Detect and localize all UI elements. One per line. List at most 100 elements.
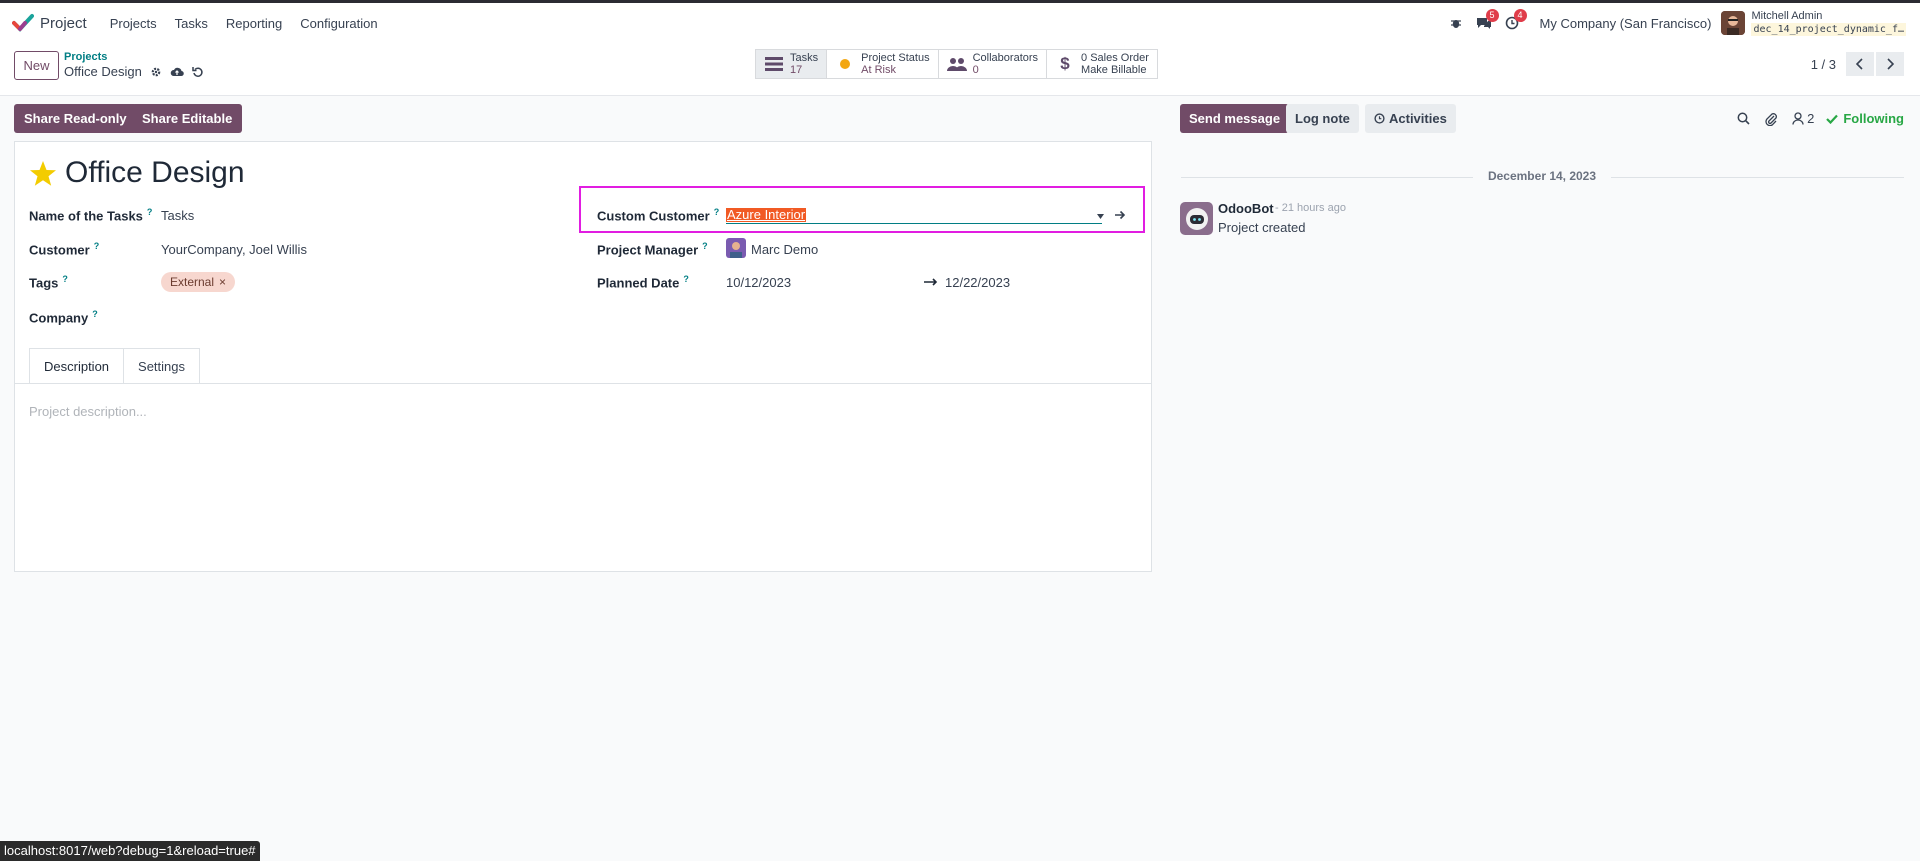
customer-label: Customer? <box>29 241 100 258</box>
user-menu[interactable]: Mitchell Admin dec_14_project_dynamic_f… <box>1751 10 1906 36</box>
check-icon <box>1826 114 1839 124</box>
project-logo-icon <box>12 14 34 32</box>
project-status-value: At Risk <box>861 64 896 76</box>
tag-remove-icon[interactable]: × <box>219 275 226 289</box>
date-separator: December 14, 2023 <box>1181 168 1904 186</box>
chatter-topbar-right: 2 Following <box>1723 104 1904 133</box>
send-message-button[interactable]: Send message <box>1180 104 1290 133</box>
notebook-tabs: Description Settings <box>29 348 201 384</box>
description-editor[interactable]: Project description... <box>29 404 147 419</box>
following-label: Following <box>1843 111 1904 126</box>
log-note-button[interactable]: Log note <box>1286 104 1359 133</box>
tasks-label: Tasks <box>790 52 819 64</box>
systray: 5 4 My Company (San Francisco) Mitchell … <box>1442 3 1920 43</box>
tag-label: External <box>170 275 215 289</box>
app-name: Project <box>40 14 87 32</box>
internal-link-arrow-icon[interactable] <box>1114 210 1126 220</box>
planned-date-label: Planned Date? <box>597 274 689 291</box>
company-label: Company? <box>29 309 98 326</box>
date-separator-text: December 14, 2023 <box>1487 169 1597 183</box>
breadcrumb-current: Office Design <box>64 64 142 79</box>
messages-icon[interactable]: 5 <box>1470 3 1499 43</box>
project-manager-field[interactable]: Marc Demo <box>751 242 818 257</box>
pager-previous-icon[interactable] <box>1846 52 1874 76</box>
help-icon: ? <box>146 207 153 217</box>
message-author[interactable]: OdooBot <box>1218 201 1274 216</box>
odoobot-avatar[interactable] <box>1180 202 1213 235</box>
following-button[interactable]: Following <box>1826 111 1904 126</box>
activities-label: Activities <box>1389 111 1447 126</box>
planned-date-end[interactable]: 12/22/2023 <box>945 275 1010 290</box>
user-name: Mitchell Admin <box>1751 10 1823 22</box>
discard-undo-icon[interactable] <box>192 66 204 78</box>
menu-item-reporting[interactable]: Reporting <box>217 16 291 31</box>
menu-item-projects[interactable]: Projects <box>101 16 166 31</box>
menu-item-configuration[interactable]: Configuration <box>291 16 386 31</box>
pager-next-icon[interactable] <box>1876 52 1904 76</box>
share-editable-button[interactable]: Share Editable <box>132 104 243 133</box>
help-icon: ? <box>92 309 98 319</box>
planned-date-start[interactable]: 10/12/2023 <box>726 275 791 290</box>
form-sheet: Office Design Name of the Tasks? Tasks C… <box>14 141 1152 572</box>
collaborators-smart-button[interactable]: Collaborators 0 <box>938 50 1048 78</box>
new-button[interactable]: New <box>14 51 59 80</box>
message-time: - 21 hours ago <box>1275 202 1346 214</box>
tasks-smart-button[interactable]: Tasks 17 <box>756 50 828 78</box>
followers-count: 2 <box>1807 111 1815 126</box>
dropdown-caret-icon[interactable] <box>1097 214 1104 219</box>
custom-customer-input[interactable]: Azure Interior <box>726 208 807 222</box>
pager-value[interactable]: 1 / 3 <box>1811 57 1836 72</box>
manager-avatar <box>726 238 746 258</box>
collaborators-label: Collaborators <box>972 52 1039 64</box>
custom-customer-label: Custom Customer? <box>597 207 720 224</box>
save-cloud-icon[interactable] <box>170 66 184 78</box>
title-row: Office Design <box>29 156 245 190</box>
app-brand[interactable]: Project <box>12 13 87 33</box>
tag-external[interactable]: External × <box>161 272 236 292</box>
paperclip-icon[interactable] <box>1764 112 1778 126</box>
date-separator-line <box>1181 177 1473 178</box>
company-switcher[interactable]: My Company (San Francisco) <box>1540 16 1712 31</box>
activities-button[interactable]: Activities <box>1365 104 1456 133</box>
tags-label: Tags? <box>29 274 68 291</box>
make-billable-label: Make Billable <box>1081 64 1147 76</box>
top-navbar: Project Projects Tasks Reporting Configu… <box>0 3 1920 43</box>
pager: 1 / 3 <box>1811 52 1904 76</box>
debug-bug-icon[interactable] <box>1442 3 1470 43</box>
help-icon: ? <box>683 274 689 284</box>
activities-badge: 4 <box>1513 9 1527 22</box>
sales-order-smart-button[interactable]: $ 0 Sales Order Make Billable <box>1047 50 1157 78</box>
project-manager-label: Project Manager? <box>597 241 708 258</box>
browser-status-bar: localhost:8017/web?debug=1&reload=true# <box>0 841 260 861</box>
breadcrumb: Projects Office Design <box>64 51 204 79</box>
clock-icon <box>1374 113 1385 124</box>
main-menu: Projects Tasks Reporting Configuration <box>101 16 387 31</box>
user-icon <box>1792 112 1804 125</box>
breadcrumb-projects-link[interactable]: Projects <box>64 51 204 63</box>
search-icon[interactable] <box>1737 112 1750 125</box>
activities-clock-icon[interactable]: 4 <box>1498 3 1527 43</box>
help-icon: ? <box>713 207 720 217</box>
help-icon: ? <box>93 241 100 251</box>
status-dot-icon <box>835 58 855 70</box>
user-avatar[interactable] <box>1721 11 1746 35</box>
gear-icon[interactable] <box>150 66 162 78</box>
project-title[interactable]: Office Design <box>65 156 245 190</box>
followers-button[interactable]: 2 <box>1792 111 1814 126</box>
menu-item-tasks[interactable]: Tasks <box>166 16 217 31</box>
project-status-smart-button[interactable]: Project Status At Risk <box>827 50 939 78</box>
favorite-star-icon[interactable] <box>29 160 57 187</box>
name-of-tasks-field[interactable]: Tasks <box>161 208 194 223</box>
control-panel: New Projects Office Design Tasks 17 Proj… <box>0 43 1920 96</box>
tasks-count: 17 <box>790 64 803 76</box>
help-icon: ? <box>702 241 708 251</box>
tab-settings[interactable]: Settings <box>124 348 201 384</box>
tab-description[interactable]: Description <box>29 348 125 384</box>
dollar-icon: $ <box>1060 54 1070 73</box>
message-body: Project created <box>1218 220 1306 235</box>
share-readonly-button[interactable]: Share Read-only <box>14 104 137 133</box>
customer-field[interactable]: YourCompany, Joel Willis <box>161 242 307 257</box>
tabs-divider <box>15 383 1151 384</box>
collaborators-count: 0 <box>972 64 979 76</box>
date-separator-line <box>1611 177 1904 178</box>
